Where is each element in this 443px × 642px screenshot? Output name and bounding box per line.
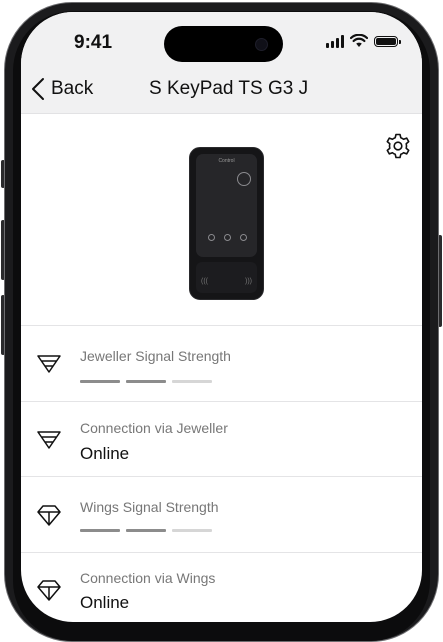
signal-bar-2 xyxy=(126,529,166,532)
wifi-icon xyxy=(350,34,368,47)
device-rfid-pad: ((( ))) xyxy=(196,262,257,293)
row-label: Wings Signal Strength xyxy=(80,499,219,515)
jeweller-connection-icon xyxy=(37,431,61,449)
row-label: Connection via Wings xyxy=(80,570,216,586)
back-button[interactable]: Back xyxy=(31,77,93,101)
chevron-left-icon xyxy=(32,78,44,100)
cellular-signal-icon xyxy=(326,34,344,48)
row-label: Jeweller Signal Strength xyxy=(80,348,231,364)
wings-connection-icon xyxy=(37,580,61,601)
signal-bar-3 xyxy=(172,529,212,532)
connection-status: Online xyxy=(80,444,130,463)
list-item-wings-connection[interactable]: Connection via Wings Online xyxy=(21,553,422,622)
list-item-jeweller-connection[interactable]: Connection via Jeweller Online xyxy=(21,402,422,476)
header: 9:41 Back S KeyPad TS G3 J xyxy=(21,12,422,114)
list-item-jeweller-signal[interactable]: Jeweller Signal Strength xyxy=(21,326,422,401)
wings-signal-icon xyxy=(37,505,61,526)
battery-icon xyxy=(374,35,401,47)
settings-gear-icon[interactable] xyxy=(384,132,412,160)
connection-status: Online xyxy=(80,593,130,612)
jeweller-signal-icon xyxy=(37,355,61,373)
back-label: Back xyxy=(51,78,94,99)
signal-bar-1 xyxy=(80,529,120,532)
status-time: 9:41 xyxy=(74,32,113,53)
device-image: Control ((( ))) xyxy=(189,147,264,300)
signal-strength-bars xyxy=(80,380,212,383)
status-icons xyxy=(326,33,401,49)
phone-frame: 9:41 Back S KeyPad TS G3 J Control ((()… xyxy=(0,0,443,642)
app-screen: 9:41 Back S KeyPad TS G3 J Control ((()… xyxy=(21,12,422,622)
signal-bar-3 xyxy=(172,380,212,383)
dynamic-island xyxy=(164,26,283,62)
device-screen-text: Control xyxy=(218,158,235,164)
signal-bar-1 xyxy=(80,380,120,383)
row-label: Connection via Jeweller xyxy=(80,420,228,436)
signal-bar-2 xyxy=(126,380,166,383)
list-item-wings-signal[interactable]: Wings Signal Strength xyxy=(21,477,422,552)
signal-strength-bars xyxy=(80,529,212,532)
device-display: Control xyxy=(196,154,257,257)
page-title: S KeyPad TS G3 J xyxy=(149,78,309,99)
